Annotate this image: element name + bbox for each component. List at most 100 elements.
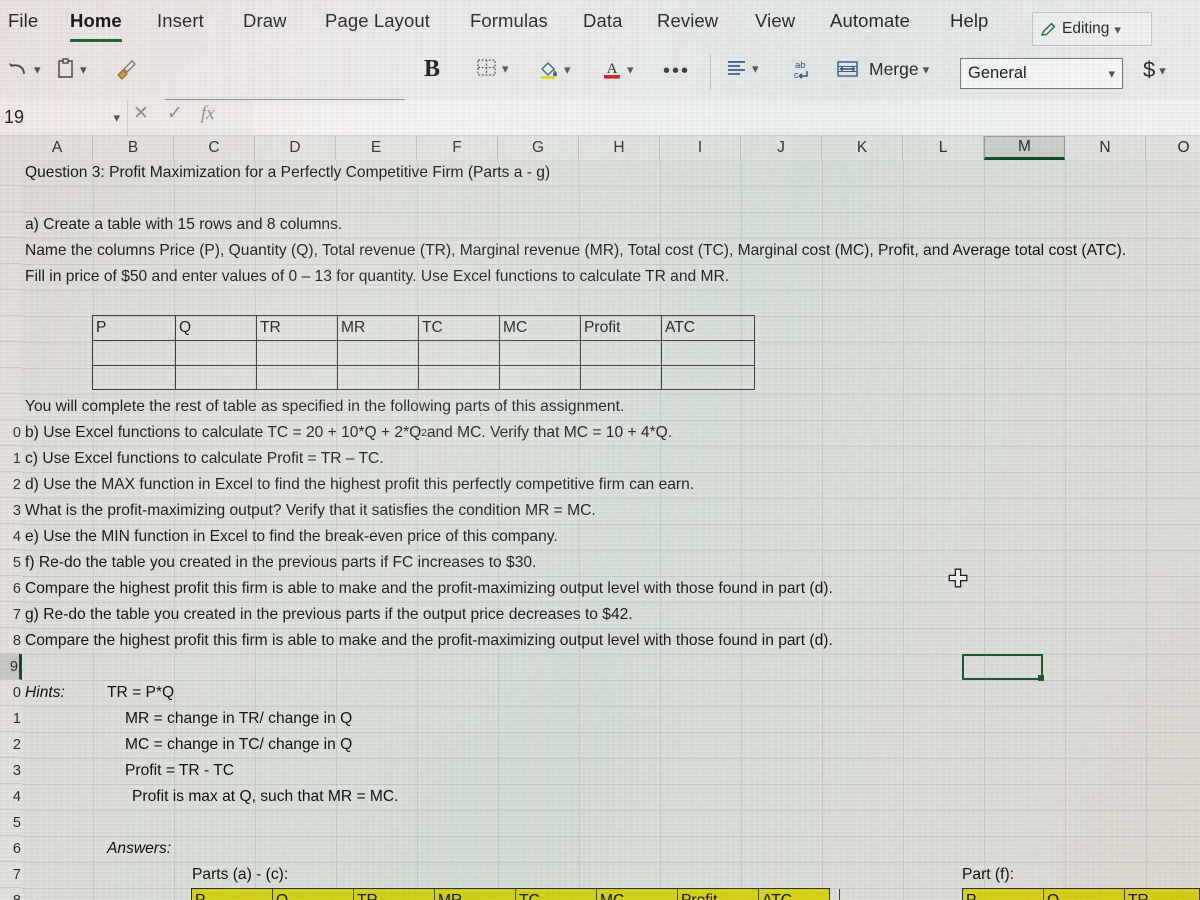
fill-color-button[interactable]: ▾ xyxy=(538,58,571,80)
ribbon-tab-home[interactable]: Home xyxy=(70,10,122,42)
chevron-down-icon[interactable]: ▾ xyxy=(752,62,759,75)
table-column-header-profit[interactable]: Profit xyxy=(581,316,662,341)
cell-hint-5[interactable]: Profit is max at Q, such that MR = MC. xyxy=(132,784,398,810)
confirm-formula-icon[interactable]: ✓ xyxy=(167,102,183,125)
row-header-3[interactable]: 3 xyxy=(0,498,22,524)
table-column-header-tc[interactable]: TC xyxy=(516,889,597,900)
cell-grid[interactable]: Question 3: Profit Maximization for a Pe… xyxy=(22,160,1200,900)
cell-hint-2[interactable]: MR = change in TR/ change in Q xyxy=(125,706,352,732)
row-header-5[interactable]: 5 xyxy=(0,810,22,836)
column-header-N[interactable]: N xyxy=(1065,136,1146,160)
row-header-8[interactable]: 8 xyxy=(0,628,22,654)
table-cell[interactable] xyxy=(338,341,419,365)
paste-button[interactable]: ▾ xyxy=(56,58,87,80)
row-header-8[interactable]: 8 xyxy=(0,888,22,900)
cell-parts-ac-label[interactable]: Parts (a) - (c): xyxy=(192,862,288,888)
table-column-header-q[interactable]: Q xyxy=(176,316,257,341)
table-cell[interactable] xyxy=(662,366,743,389)
chevron-down-icon[interactable]: ▾ xyxy=(564,63,571,76)
table-cell[interactable] xyxy=(257,341,338,365)
cell-hint-4[interactable]: Profit = TR - TC xyxy=(125,758,234,784)
table-column-header-profit[interactable]: Profit xyxy=(678,889,759,900)
chevron-down-icon[interactable]: ▾ xyxy=(113,111,127,124)
ribbon-tab-insert[interactable]: Insert xyxy=(157,10,204,32)
cell-part-d[interactable]: d) Use the MAX function in Excel to find… xyxy=(25,472,694,498)
name-box[interactable]: 19 ▾ xyxy=(0,100,128,135)
table-column-header-q[interactable]: Q xyxy=(1044,889,1125,900)
column-header-L[interactable]: L xyxy=(903,136,984,160)
row-header-blank[interactable] xyxy=(0,316,22,342)
table-column-header-atc[interactable]: ATC xyxy=(662,316,743,340)
row-header-2[interactable]: 2 xyxy=(0,472,22,498)
cancel-formula-icon[interactable]: ✕ xyxy=(133,102,149,125)
borders-button[interactable]: ▾ xyxy=(476,58,509,78)
row-header-blank[interactable] xyxy=(0,160,22,186)
cell-part-a-2[interactable]: Name the columns Price (P), Quantity (Q)… xyxy=(25,238,1126,264)
chevron-down-icon[interactable]: ▾ xyxy=(34,63,41,76)
cell-part-a-1[interactable]: a) Create a table with 15 rows and 8 col… xyxy=(25,212,342,238)
ribbon-tab-automate[interactable]: Automate xyxy=(830,10,910,32)
cell-answers-label[interactable]: Answers: xyxy=(107,836,171,862)
column-header-E[interactable]: E xyxy=(336,136,417,160)
column-header-H[interactable]: H xyxy=(579,136,660,160)
table-cell[interactable] xyxy=(176,365,257,389)
row-header-4[interactable]: 4 xyxy=(0,524,22,550)
row-header-9[interactable]: 9 xyxy=(0,654,22,680)
table-column-header-mc[interactable]: MC xyxy=(500,316,581,341)
row-header-7[interactable]: 7 xyxy=(0,862,22,888)
ribbon-tab-view[interactable]: View xyxy=(755,10,795,32)
row-header-blank[interactable] xyxy=(0,290,22,316)
table-cell[interactable] xyxy=(93,365,176,389)
cell-hint-1[interactable]: TR = P*Q xyxy=(107,680,174,706)
part-f-table[interactable]: PQTRMR xyxy=(962,888,1200,900)
ribbon-tab-help[interactable]: Help xyxy=(950,10,988,32)
formula-input[interactable] xyxy=(253,100,1200,135)
ribbon-tab-formulas[interactable]: Formulas xyxy=(470,10,548,32)
row-header-0[interactable]: 0 xyxy=(0,680,22,706)
column-header-O[interactable]: O xyxy=(1146,136,1200,160)
row-header-blank[interactable] xyxy=(0,368,22,394)
ribbon-tab-file[interactable]: File xyxy=(8,10,38,32)
table-cell[interactable] xyxy=(338,365,419,389)
selected-cell-m19[interactable] xyxy=(962,654,1044,681)
cell-part-e[interactable]: e) Use the MIN function in Excel to find… xyxy=(25,524,558,550)
table-column-header-tr[interactable]: TR xyxy=(354,889,435,900)
chevron-down-icon[interactable]: ▾ xyxy=(80,63,87,76)
number-format-combobox[interactable]: General ▾ xyxy=(960,58,1123,89)
cell-part-b[interactable]: b) Use Excel functions to calculate TC =… xyxy=(25,420,672,446)
chevron-down-icon[interactable]: ▾ xyxy=(923,63,930,76)
more-font-options-button[interactable]: ••• xyxy=(663,60,690,83)
bold-button[interactable]: B xyxy=(424,56,440,83)
table-cell[interactable] xyxy=(419,365,500,389)
table-column-header-mr[interactable]: MR xyxy=(435,889,516,900)
column-header-B[interactable]: B xyxy=(93,136,174,160)
table-column-header-mc[interactable]: MC xyxy=(597,889,678,900)
row-header-blank[interactable] xyxy=(0,238,22,264)
ribbon-tab-draw[interactable]: Draw xyxy=(243,10,287,32)
cell-part-d2[interactable]: What is the profit-maximizing output? Ve… xyxy=(25,498,596,524)
row-header-4[interactable]: 4 xyxy=(0,784,22,810)
cell-part-a-3[interactable]: Fill in price of $50 and enter values of… xyxy=(25,264,729,290)
column-header-K[interactable]: K xyxy=(822,136,903,160)
cell-part-c[interactable]: c) Use Excel functions to calculate Prof… xyxy=(25,446,384,472)
row-header-2[interactable]: 2 xyxy=(0,732,22,758)
currency-format-button[interactable]: $ ▾ xyxy=(1143,57,1166,83)
table-column-header-tr[interactable]: TR xyxy=(1125,889,1199,900)
cell-rest-note[interactable]: You will complete the rest of table as s… xyxy=(25,394,624,420)
table-cell[interactable] xyxy=(581,365,662,389)
table-column-header-p[interactable]: P xyxy=(192,889,273,900)
cell-hints-label[interactable]: Hints: xyxy=(25,680,65,706)
answers-table[interactable]: PQTRMRTCMCProfitATC xyxy=(191,888,840,900)
wrap-text-button[interactable]: ab c xyxy=(790,58,814,82)
chevron-down-icon[interactable]: ▾ xyxy=(1108,67,1122,80)
table-cell[interactable] xyxy=(257,365,338,389)
format-painter-button[interactable] xyxy=(114,58,138,80)
blank-question-table[interactable]: P Q TR MR TC MC Profit ATC xyxy=(92,315,755,390)
table-column-header-tc[interactable]: TC xyxy=(419,316,500,341)
table-cell[interactable] xyxy=(419,341,500,365)
table-row[interactable] xyxy=(93,364,754,389)
row-header-5[interactable]: 5 xyxy=(0,550,22,576)
alignment-button[interactable]: ▾ xyxy=(726,58,759,78)
row-header-blank[interactable] xyxy=(0,394,22,420)
row-header-3[interactable]: 3 xyxy=(0,758,22,784)
